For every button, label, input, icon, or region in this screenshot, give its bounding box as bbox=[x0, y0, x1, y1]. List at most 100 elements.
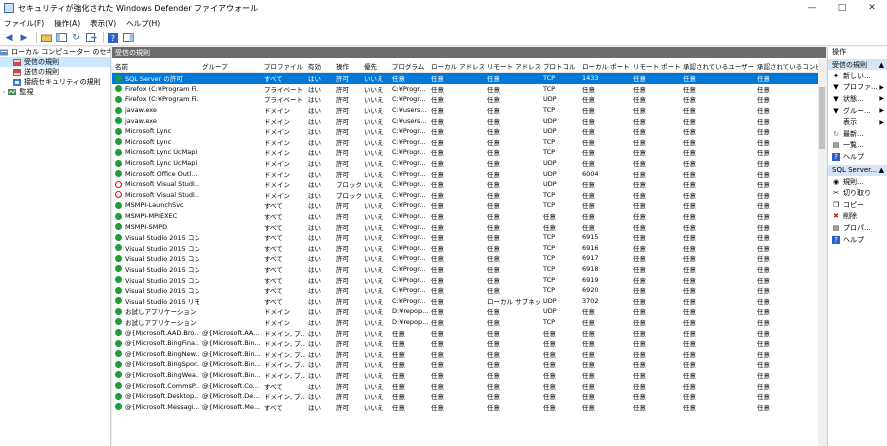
actions-section-inbound-rules[interactable]: 受信の規則 ▲ bbox=[828, 59, 887, 70]
table-row[interactable]: @{Microsoft.BingWea... @{Microsoft.Bin...… bbox=[112, 370, 818, 381]
table-row[interactable]: MSMPI-LaunchSvc すべて はい 許可 いいえ C:¥Progr... 任意 任意… bbox=[112, 200, 818, 211]
table-row[interactable]: Microsoft Office Outl... ドメイン はい 許可 いいえ C:¥Pr… bbox=[112, 168, 818, 179]
table-row[interactable]: Microsoft Lync ドメイン はい 許可 いいえ C:¥Progr... 任意 任意… bbox=[112, 126, 818, 137]
table-row[interactable]: Firefox (C:¥Program Fi... プライベート はい 許可 いいえ C:… bbox=[112, 84, 818, 95]
column-header-local-address[interactable]: ローカル アドレス bbox=[428, 61, 484, 71]
table-row[interactable]: Visual Studio 2015 コン... すべて はい 許可 いいえ C:¥Pro… bbox=[112, 243, 818, 254]
action-filter-by-state[interactable]: ▼ 状態... ▶ bbox=[828, 93, 887, 105]
table-row[interactable]: お試しアプリケーション（E...ドメインはい許可いいえD:¥repop...任意… bbox=[112, 317, 818, 328]
table-cell: すべて bbox=[261, 402, 305, 412]
table-cell-text: すべて bbox=[264, 297, 283, 306]
table-cell: はい bbox=[305, 306, 333, 316]
back-arrow-icon[interactable]: ◀ bbox=[3, 32, 15, 44]
action-help-selected[interactable]: ? ヘルプ bbox=[828, 234, 887, 246]
table-row[interactable]: Microsoft Lync UcMapi ドメイン はい 許可 いいえ C:¥Progr… bbox=[112, 147, 818, 158]
table-row[interactable]: Firefox (C:¥Program Fi... プライベート はい 許可 いいえ C:… bbox=[112, 94, 818, 105]
table-cell-text: @{Microsoft.BingSpor... bbox=[125, 360, 199, 369]
collapse-icon[interactable]: ▲ bbox=[879, 61, 884, 69]
action-copy[interactable]: ❐ コピー bbox=[828, 199, 887, 211]
actions-section-selected-rule[interactable]: SQL Server... ▲ bbox=[828, 164, 887, 176]
table-row[interactable]: Visual Studio 2015 コン... すべて はい 許可 いいえ C:¥Pro… bbox=[112, 253, 818, 264]
menu-action[interactable]: 操作(A) bbox=[54, 18, 80, 29]
table-row[interactable]: javaw.exe ドメイン はい 許可 いいえ C:¥users... 任意 任意 TCP 任意… bbox=[112, 105, 818, 116]
minimize-button[interactable]: — bbox=[797, 0, 827, 16]
column-header-action[interactable]: 操作 bbox=[333, 61, 361, 71]
show-hide-tree-icon[interactable] bbox=[55, 32, 67, 44]
table-row[interactable]: Microsoft Lync ドメイン はい 許可 いいえ C:¥Progr... 任意 任意… bbox=[112, 137, 818, 148]
action-help[interactable]: ? ヘルプ bbox=[828, 151, 887, 163]
action-properties[interactable]: ▤ プロパ... bbox=[828, 222, 887, 234]
export-list-icon[interactable] bbox=[85, 32, 97, 44]
close-button[interactable]: ✕ bbox=[857, 0, 887, 16]
table-row[interactable]: Microsoft Visual Studi... ドメイン はい ブロック いいえ C:… bbox=[112, 190, 818, 201]
action-disable-rule[interactable]: ◉ 規則... bbox=[828, 176, 887, 188]
column-header-remote-port[interactable]: リモート ポート bbox=[630, 61, 680, 71]
table-row[interactable]: MSMPI-SMPD すべて はい 許可 いいえ C:¥Progr... 任意 任意 任意 任意 任… bbox=[112, 221, 818, 232]
vertical-scrollbar[interactable] bbox=[818, 59, 826, 446]
column-header-protocol[interactable]: プロトコル bbox=[540, 61, 579, 71]
maximize-button[interactable]: □ bbox=[827, 0, 857, 16]
table-row[interactable]: @{Microsoft.BingNew... @{Microsoft.Bin...… bbox=[112, 348, 818, 359]
tree-root[interactable]: ローカル コンピューター のセキュリティが強化された Windows Defen… bbox=[0, 47, 110, 57]
action-pane-icon[interactable] bbox=[122, 32, 134, 44]
tree-item-monitoring[interactable]: › 監視 bbox=[0, 87, 110, 97]
column-header-group[interactable]: グループ bbox=[199, 61, 261, 71]
table-row[interactable]: Microsoft Lync UcMapi ドメイン はい 許可 いいえ C:¥Progr… bbox=[112, 158, 818, 169]
chevron-right-icon[interactable]: › bbox=[3, 89, 5, 96]
menu-help[interactable]: ヘルプ(H) bbox=[126, 18, 160, 29]
table-cell: はい bbox=[305, 275, 333, 285]
action-new-rule[interactable]: ✦ 新しい... bbox=[828, 70, 887, 82]
collapse-icon[interactable]: ▲ bbox=[879, 166, 884, 174]
column-header-profile[interactable]: プロファイル bbox=[261, 61, 305, 71]
table-row[interactable]: Visual Studio 2015 コン... すべて はい 許可 いいえ C:¥Pro… bbox=[112, 274, 818, 285]
table-row[interactable]: @{Microsoft.BingSpor... @{Microsoft.Bin..… bbox=[112, 359, 818, 370]
table-row[interactable]: @{Microsoft.BingFina... @{Microsoft.Bin..… bbox=[112, 338, 818, 349]
action-filter-by-profile[interactable]: ▼ プロファ... ▶ bbox=[828, 82, 887, 94]
column-header-authorized-computers[interactable]: 承認されているコンピュ bbox=[754, 61, 818, 71]
table-row[interactable]: @{Microsoft.CommsP... @{Microsoft.Co... すべ… bbox=[112, 380, 818, 391]
submenu-arrow-icon: ▶ bbox=[879, 83, 884, 91]
table-row[interactable]: Visual Studio 2015 コン... すべて はい 許可 いいえ C:¥Pro… bbox=[112, 264, 818, 275]
table-cell: 任意 bbox=[540, 370, 579, 380]
tree-item-connection-security-rules[interactable]: 接続セキュリティの規則 bbox=[0, 77, 110, 87]
menu-file[interactable]: ファイル(F) bbox=[4, 18, 44, 29]
table-row[interactable]: Microsoft Visual Studi... ドメイン はい ブロック いいえ C:… bbox=[112, 179, 818, 190]
table-row[interactable]: @{Microsoft.AAD.Bro... @{Microsoft.AA... ド… bbox=[112, 327, 818, 338]
tree-item-outbound-rules[interactable]: 送信の規則 bbox=[0, 67, 110, 77]
action-refresh[interactable]: ↻ 最新... bbox=[828, 128, 887, 140]
action-export-list[interactable]: ▤ 一覧... bbox=[828, 140, 887, 152]
table-cell: 任意 bbox=[680, 359, 754, 369]
action-cut[interactable]: ✂ 切り取り bbox=[828, 187, 887, 199]
table-row[interactable]: javaw.exe ドメイン はい 許可 いいえ C:¥users... 任意 任意 UDP 任意… bbox=[112, 115, 818, 126]
help-icon[interactable]: ? bbox=[107, 32, 119, 44]
table-row[interactable]: Visual Studio 2015 コン... すべて はい 許可 いいえ C:¥Pro… bbox=[112, 285, 818, 296]
column-header-program[interactable]: プログラム bbox=[389, 61, 428, 71]
table-row[interactable]: MSMPI-MPIEXEC すべて はい 許可 いいえ C:¥Progr... 任意 任意 任意… bbox=[112, 211, 818, 222]
table-row[interactable]: お試しアプリケーション（E...ドメインはい許可いいえD:¥repop...任意… bbox=[112, 306, 818, 317]
table-cell: 任意 bbox=[630, 328, 680, 338]
action-filter-by-group[interactable]: ▼ グルー... ▶ bbox=[828, 105, 887, 117]
column-header-enabled[interactable]: 有効 bbox=[305, 61, 333, 71]
table-row[interactable]: @{Microsoft.Messagi... @{Microsoft.Me... す… bbox=[112, 401, 818, 412]
table-row[interactable]: @{Microsoft.Desktop... @{Microsoft.De... ド… bbox=[112, 391, 818, 402]
table-cell: いいえ bbox=[361, 359, 389, 369]
column-header-local-port[interactable]: ローカル ポート bbox=[579, 61, 630, 71]
up-folder-icon[interactable] bbox=[40, 32, 52, 44]
table-cell-text: 任意 bbox=[683, 287, 696, 296]
table-cell-text: 任意 bbox=[633, 297, 646, 306]
menu-view[interactable]: 表示(V) bbox=[90, 18, 116, 29]
column-header-authorized-users[interactable]: 承認されているユーザー bbox=[680, 61, 754, 71]
scrollbar-thumb[interactable] bbox=[819, 87, 825, 149]
action-view[interactable]: 表示 ▶ bbox=[828, 116, 887, 128]
refresh-icon[interactable]: ↻ bbox=[70, 32, 82, 44]
column-header-remote-address[interactable]: リモート アドレス bbox=[484, 61, 540, 71]
action-delete[interactable]: ✖ 削除 bbox=[828, 211, 887, 223]
tree-item-inbound-rules[interactable]: 受信の規則 bbox=[0, 57, 110, 67]
table-row[interactable]: Visual Studio 2015 リモ... すべて はい 許可 いいえ C:¥Pro… bbox=[112, 295, 818, 306]
table-cell: 任意 bbox=[630, 169, 680, 179]
table-row[interactable]: SQL Server の許可 すべて はい 許可 いいえ 任意 任意 任意 TCP 1433 任意任… bbox=[112, 73, 818, 84]
column-header-name[interactable]: 名前 bbox=[112, 61, 199, 71]
forward-arrow-icon[interactable]: ▶ bbox=[18, 32, 30, 44]
column-header-override[interactable]: 優先 bbox=[361, 61, 389, 71]
table-row[interactable]: Visual Studio 2015 コン... すべて はい 許可 いいえ C:¥Pro… bbox=[112, 232, 818, 243]
